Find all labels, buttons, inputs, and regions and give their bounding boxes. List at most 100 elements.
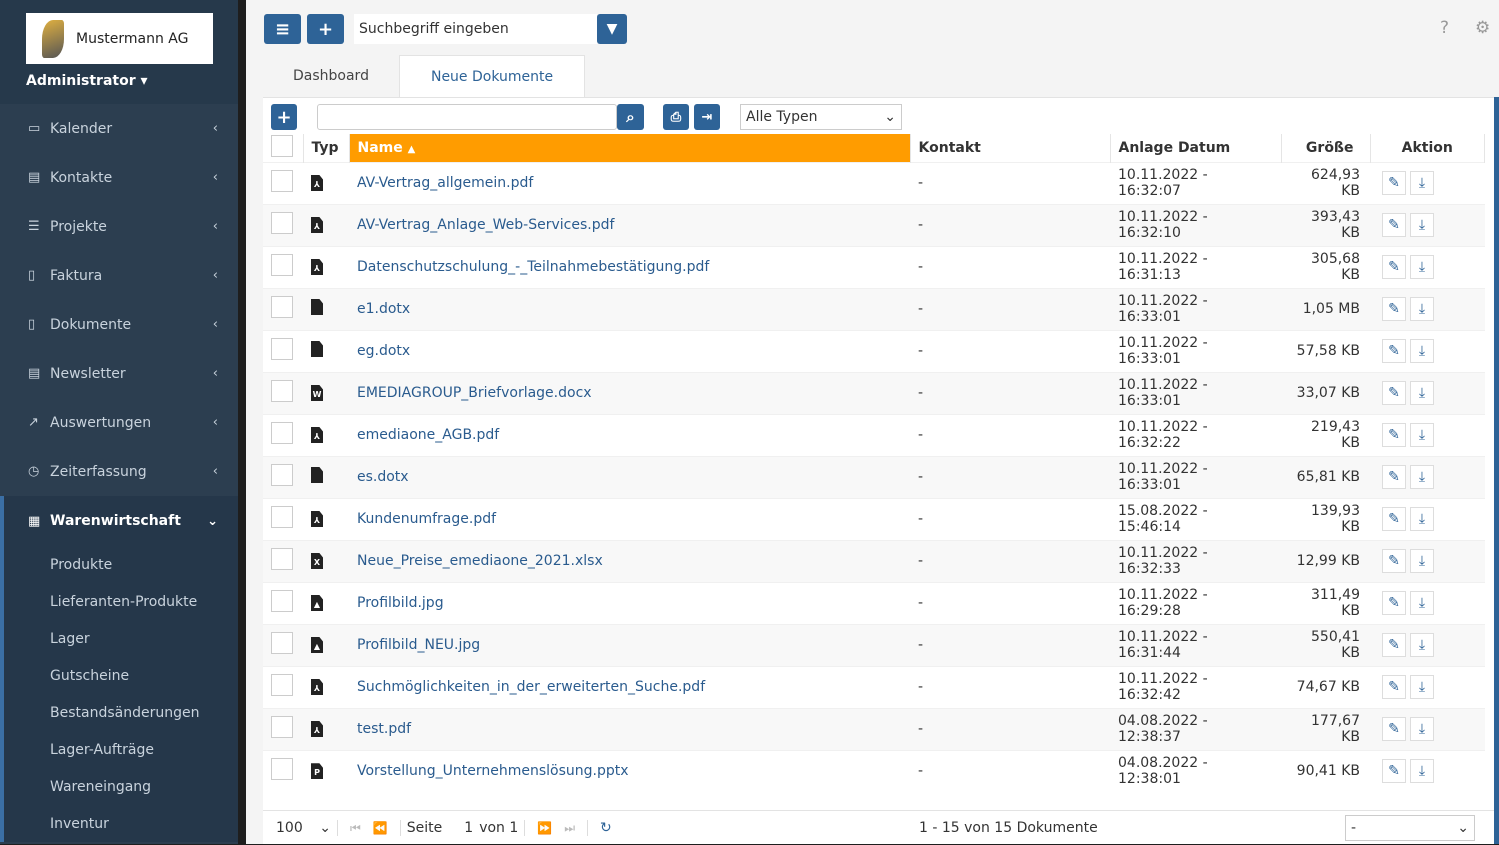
document-link[interactable]: eg.dotx (357, 343, 410, 359)
row-checkbox[interactable] (271, 590, 293, 612)
table-row[interactable]: ⅄ AV-Vertrag_allgemein.pdf - 10.11.2022 … (263, 161, 1485, 204)
tab-dashboard[interactable]: Dashboard (263, 55, 399, 98)
refresh-icon[interactable]: ↻ (600, 820, 612, 836)
global-search-input[interactable]: Suchbegriff eingeben (354, 14, 597, 44)
download-button[interactable]: ⤓ (1410, 339, 1434, 363)
document-link[interactable]: Vorstellung_Unternehmenslösung.pptx (357, 763, 629, 779)
row-checkbox[interactable] (271, 338, 293, 360)
table-row[interactable]: X Neue_Preise_emediaone_2021.xlsx - 10.1… (263, 539, 1485, 582)
row-checkbox[interactable] (271, 254, 293, 276)
col-typ[interactable]: Typ (303, 134, 350, 162)
col-name[interactable]: Name ▲ (349, 134, 911, 162)
document-link[interactable]: emediaone_AGB.pdf (357, 427, 499, 443)
row-checkbox[interactable] (271, 212, 293, 234)
row-checkbox[interactable] (271, 548, 293, 570)
submenu-item[interactable]: Wareneingang (4, 768, 238, 805)
sidebar-item-newsletter[interactable]: ▤ Newsletter ‹ (0, 349, 238, 398)
type-filter-select[interactable]: Alle Typen ⌄ (740, 104, 902, 130)
document-link[interactable]: e1.dotx (357, 301, 410, 317)
scrollbar[interactable] (1494, 97, 1499, 844)
edit-button[interactable]: ✎ (1382, 255, 1406, 279)
download-button[interactable]: ⤓ (1410, 423, 1434, 447)
edit-button[interactable]: ✎ (1382, 171, 1406, 195)
row-checkbox[interactable] (271, 464, 293, 486)
table-row[interactable]: ⅄ emediaone_AGB.pdf - 10.11.2022 - 16:32… (263, 413, 1485, 456)
document-link[interactable]: Suchmöglichkeiten_in_der_erweiterten_Suc… (357, 679, 705, 695)
row-checkbox[interactable] (271, 716, 293, 738)
document-link[interactable]: Profilbild.jpg (357, 595, 444, 611)
document-search-input[interactable] (317, 104, 617, 130)
document-link[interactable]: Neue_Preise_emediaone_2021.xlsx (357, 553, 603, 569)
prev-page-icon[interactable]: ⏪ (373, 821, 388, 835)
edit-button[interactable]: ✎ (1382, 759, 1406, 784)
row-checkbox[interactable] (271, 170, 293, 192)
table-row[interactable]: ⅄ AV-Vertrag_Anlage_Web-Services.pdf - 1… (263, 203, 1485, 246)
sidebar-item-warenwirtschaft[interactable]: ▦ Warenwirtschaft ⌄ (0, 496, 238, 546)
edit-button[interactable]: ✎ (1382, 339, 1406, 363)
document-link[interactable]: test.pdf (357, 721, 411, 737)
download-button[interactable]: ⤓ (1410, 591, 1434, 615)
edit-button[interactable]: ✎ (1382, 717, 1406, 741)
document-link[interactable]: es.dotx (357, 469, 409, 485)
row-checkbox[interactable] (271, 506, 293, 528)
export-button[interactable]: ⇥ (694, 104, 720, 130)
tab-neue-dokumente[interactable]: Neue Dokumente (398, 55, 586, 98)
page-size-select[interactable]: 100 ⌄ (276, 820, 331, 836)
edit-button[interactable]: ✎ (1382, 213, 1406, 237)
download-button[interactable]: ⤓ (1410, 465, 1434, 489)
download-button[interactable]: ⤓ (1410, 213, 1434, 237)
submenu-item[interactable]: Lager-Aufträge (4, 731, 238, 768)
edit-button[interactable]: ✎ (1382, 423, 1406, 447)
table-row[interactable]: ▲ Profilbild_NEU.jpg - 10.11.2022 - 16:3… (263, 623, 1485, 666)
table-row[interactable]: ⅄ Kundenumfrage.pdf - 15.08.2022 - 15:46… (263, 497, 1485, 540)
row-checkbox[interactable] (271, 758, 293, 781)
page-input[interactable]: 1 (464, 820, 473, 836)
download-button[interactable]: ⤓ (1410, 381, 1434, 405)
edit-button[interactable]: ✎ (1382, 507, 1406, 531)
user-menu[interactable]: Administrator ▾ (26, 73, 238, 89)
col-groesse[interactable]: Größe (1281, 134, 1371, 162)
sidebar-item-kalender[interactable]: ▭ Kalender ‹ (0, 104, 238, 153)
sidebar-item-faktura[interactable]: ▯ Faktura ‹ (0, 251, 238, 300)
document-link[interactable]: AV-Vertrag_Anlage_Web-Services.pdf (357, 217, 614, 233)
edit-button[interactable]: ✎ (1382, 381, 1406, 405)
submenu-item[interactable]: Inventur (4, 805, 238, 842)
table-row[interactable]: eg.dotx - 10.11.2022 - 16:33:01 57,58 KB… (263, 329, 1485, 372)
download-button[interactable]: ⤓ (1410, 675, 1434, 699)
row-checkbox[interactable] (271, 632, 293, 654)
table-row[interactable]: es.dotx - 10.11.2022 - 16:33:01 65,81 KB… (263, 455, 1485, 498)
bulk-action-select[interactable]: - ⌄ (1345, 815, 1475, 841)
download-button[interactable]: ⤓ (1410, 717, 1434, 741)
edit-button[interactable]: ✎ (1382, 465, 1406, 489)
menu-toggle-button[interactable]: ≡ (264, 14, 301, 44)
add-button[interactable]: + (307, 14, 344, 44)
edit-button[interactable]: ✎ (1382, 297, 1406, 321)
table-row[interactable]: ▲ Profilbild.jpg - 10.11.2022 - 16:29:28… (263, 581, 1485, 624)
sidebar-item-kontakte[interactable]: ▤ Kontakte ‹ (0, 153, 238, 202)
select-all-checkbox[interactable] (271, 134, 293, 157)
row-checkbox[interactable] (271, 422, 293, 444)
company-logo[interactable]: Mustermann AG (26, 13, 213, 64)
sidebar-item-zeiterfassung[interactable]: ◷ Zeiterfassung ‹ (0, 447, 238, 496)
download-button[interactable]: ⤓ (1410, 255, 1434, 279)
edit-button[interactable]: ✎ (1382, 675, 1406, 699)
table-row[interactable]: e1.dotx - 10.11.2022 - 16:33:01 1,05 MB … (263, 287, 1485, 330)
row-checkbox[interactable] (271, 380, 293, 402)
document-link[interactable]: Datenschutzschulung_-_Teilnahmebestätigu… (357, 259, 709, 275)
submenu-item[interactable]: Lager (4, 620, 238, 657)
submenu-item[interactable]: Lieferanten-Produkte (4, 583, 238, 620)
row-checkbox[interactable] (271, 674, 293, 696)
submenu-item[interactable]: Bestandsänderungen (4, 694, 238, 731)
table-row[interactable]: ⅄ Suchmöglichkeiten_in_der_erweiterten_S… (263, 665, 1485, 708)
edit-button[interactable]: ✎ (1382, 591, 1406, 615)
sidebar-item-projekte[interactable]: ☰ Projekte ‹ (0, 202, 238, 251)
download-button[interactable]: ⤓ (1410, 507, 1434, 531)
submenu-item[interactable]: Produkte (4, 546, 238, 583)
gear-icon[interactable]: ⚙ (1475, 18, 1490, 38)
col-datum[interactable]: Anlage Datum (1110, 134, 1282, 162)
download-button[interactable]: ⤓ (1410, 633, 1434, 657)
search-button[interactable]: ⌕ (617, 104, 644, 130)
edit-button[interactable]: ✎ (1382, 549, 1406, 573)
first-page-icon[interactable]: ⏮ (350, 821, 361, 836)
download-button[interactable]: ⤓ (1410, 549, 1434, 573)
